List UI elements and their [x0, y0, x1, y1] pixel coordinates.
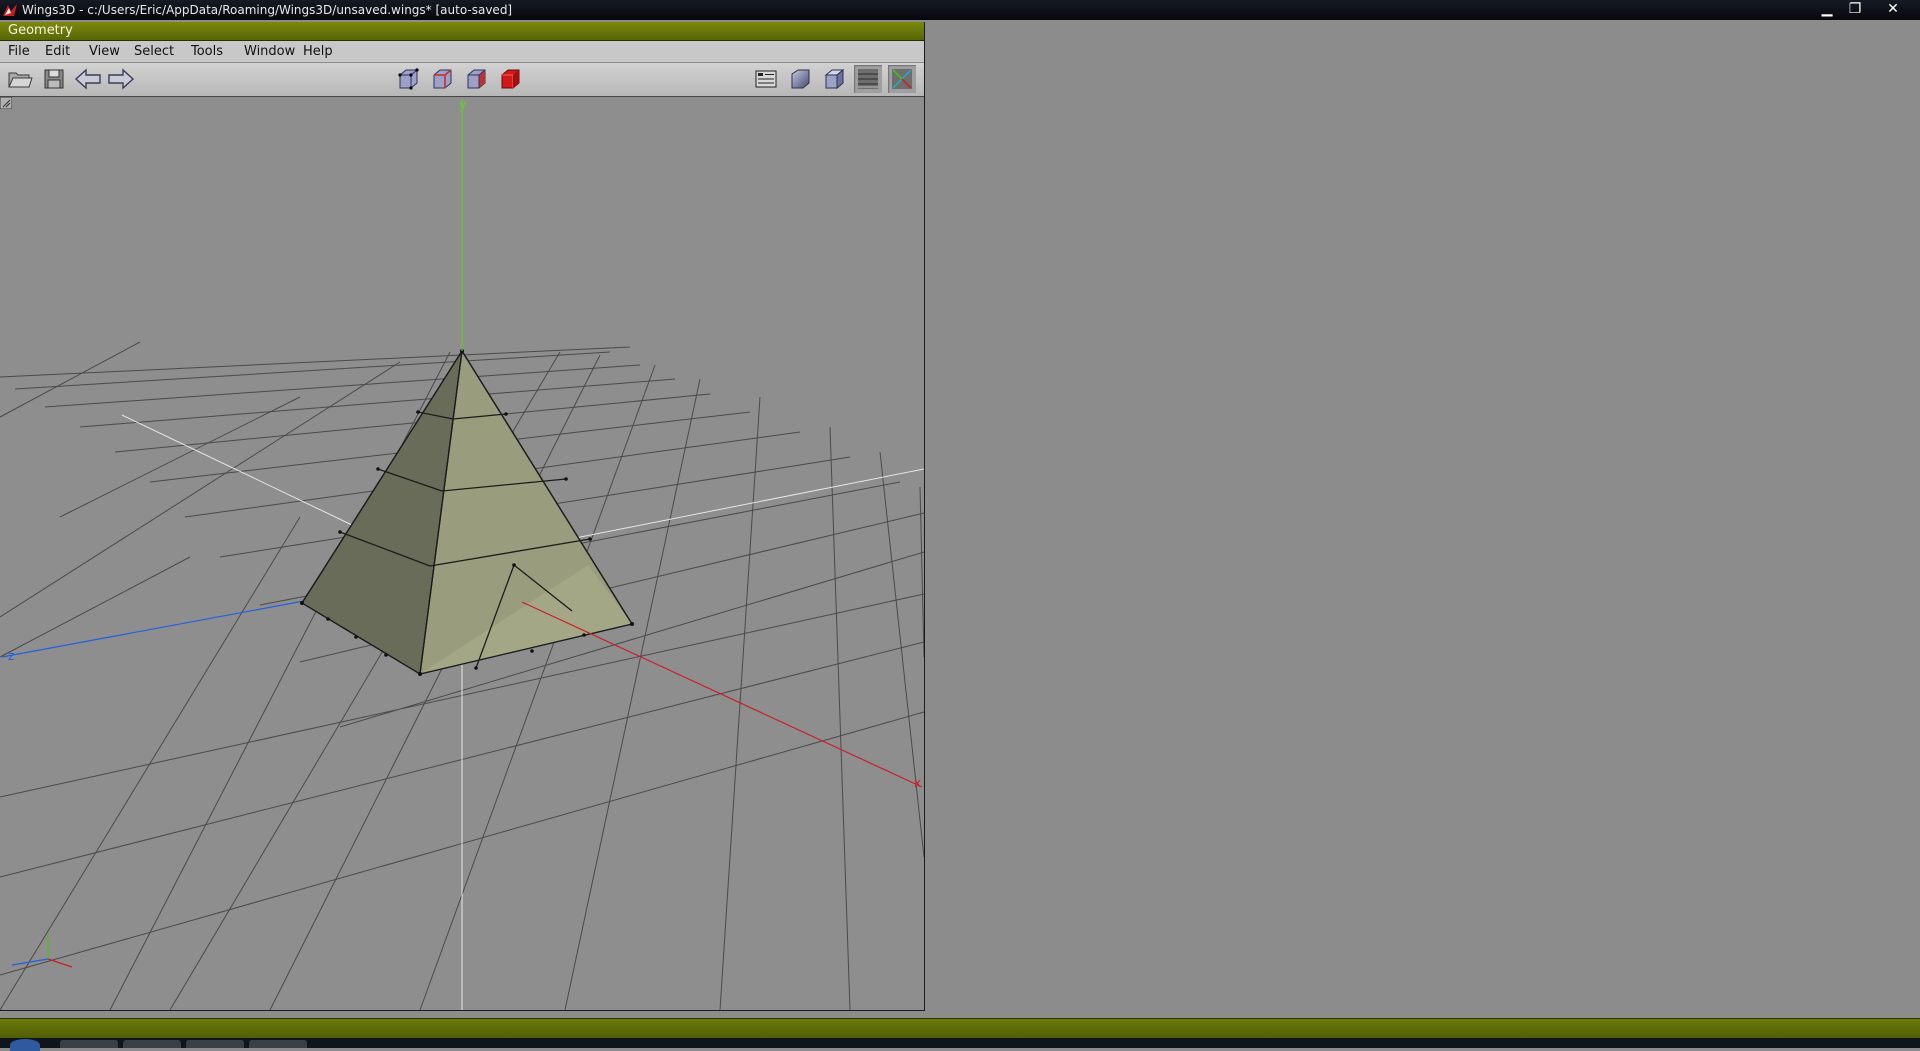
edge-cube-icon [433, 69, 452, 89]
vertex-cube-icon [398, 68, 419, 90]
geometry-window: Geometry File Edit View Select Tools Win… [0, 22, 925, 1011]
wings3d-app-icon [3, 4, 17, 16]
body-mode-button[interactable] [496, 65, 524, 93]
z-axis-label: z [8, 649, 14, 663]
maximize-button[interactable]: ❐ [1842, 0, 1868, 20]
menu-window[interactable]: Window [240, 41, 299, 62]
minimize-button[interactable]: ▁ [1814, 0, 1840, 20]
open-file-button[interactable] [6, 65, 34, 93]
edge-mode-button[interactable] [428, 65, 456, 93]
axis-orientation-gizmo [11, 935, 73, 968]
body-cube-icon [501, 69, 520, 89]
workmode-icon [755, 70, 777, 88]
geometry-window-title: Geometry [8, 23, 73, 38]
x-axis-label: x [914, 776, 921, 790]
pyramid-mesh[interactable] [300, 349, 634, 676]
save-disk-icon [44, 69, 64, 89]
menu-tools[interactable]: Tools [187, 41, 227, 62]
flat-shading-button[interactable] [820, 65, 848, 93]
open-folder-icon [8, 72, 33, 88]
taskbar-item[interactable] [186, 1040, 244, 1048]
flat-cube-icon [824, 68, 845, 90]
show-groundplane-button[interactable] [854, 65, 882, 93]
smooth-shading-button[interactable] [786, 65, 814, 93]
geometry-viewport[interactable]: z y x [0, 97, 924, 1010]
taskbar-item[interactable] [249, 1040, 307, 1048]
menu-edit[interactable]: Edit [41, 41, 74, 62]
os-taskbar [0, 1038, 1920, 1051]
redo-button[interactable] [107, 65, 135, 93]
close-button[interactable]: ✕ [1880, 0, 1906, 20]
start-button[interactable] [10, 1039, 40, 1051]
save-file-button[interactable] [40, 65, 68, 93]
x-axis [521, 601, 923, 788]
geometry-window-header[interactable]: Geometry [0, 22, 924, 41]
taskbar-item[interactable] [123, 1040, 181, 1048]
window-title: Wings3D - c:/Users/Eric/AppData/Roaming/… [22, 3, 513, 17]
arrow-left-icon [74, 68, 101, 90]
status-bar [0, 1018, 1920, 1039]
groundplane-icon [858, 69, 878, 89]
smooth-cube-icon [791, 69, 810, 89]
face-cube-icon [467, 69, 486, 89]
axes-icon [892, 69, 912, 89]
taskbar-item[interactable] [60, 1040, 118, 1048]
show-axes-button[interactable] [888, 65, 916, 93]
vertex-mode-button[interactable] [394, 65, 422, 93]
menu-select[interactable]: Select [130, 41, 178, 62]
y-axis-label: y [459, 98, 466, 112]
resize-grip-icon[interactable] [0, 97, 12, 109]
face-mode-button[interactable] [462, 65, 490, 93]
workmode-button[interactable] [752, 65, 780, 93]
arrow-right-icon [108, 68, 135, 90]
menu-help[interactable]: Help [299, 41, 337, 62]
toolbar [0, 63, 924, 97]
menu-view[interactable]: View [85, 41, 124, 62]
window-titlebar: Wings3D - c:/Users/Eric/AppData/Roaming/… [0, 0, 1920, 20]
menu-file[interactable]: File [4, 41, 34, 62]
menu-bar: File Edit View Select Tools Window Help [0, 41, 924, 63]
undo-button[interactable] [74, 65, 102, 93]
